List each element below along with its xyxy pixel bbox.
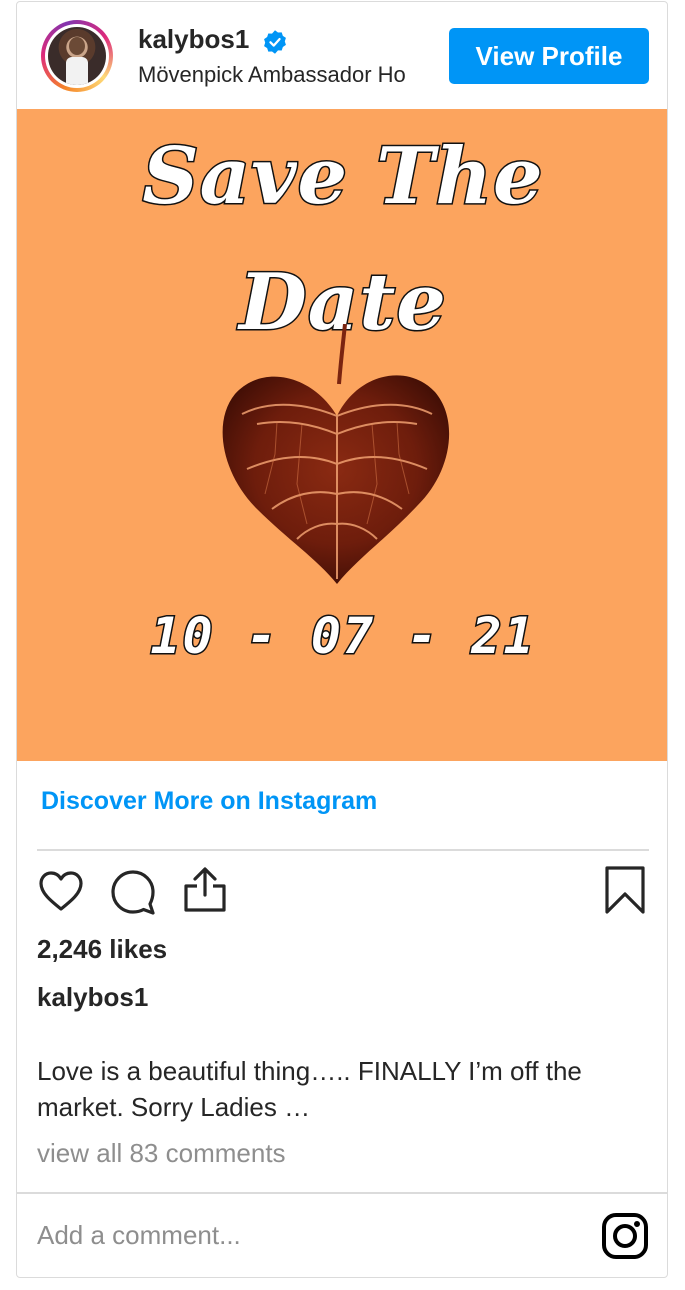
add-comment-input[interactable]: Add a comment... <box>37 1220 241 1251</box>
avatar-photo <box>48 27 106 85</box>
avatar[interactable] <box>41 20 113 92</box>
view-all-comments-link[interactable]: view all 83 comments <box>37 1138 286 1169</box>
post-header: kalybos1 Mövenpick Ambassador Ho View Pr… <box>17 2 667 109</box>
heart-icon[interactable] <box>37 868 85 916</box>
heart-leaf-illustration <box>222 324 450 584</box>
divider <box>37 849 649 851</box>
image-date: 10 - 07 - 21 <box>149 606 536 667</box>
bookmark-icon[interactable] <box>601 866 649 914</box>
divider <box>17 1192 667 1194</box>
caption-text: Love is a beautiful thing….. FINALLY I’m… <box>37 1056 582 1122</box>
instagram-logo-icon[interactable] <box>601 1212 649 1260</box>
post-image[interactable]: Save The Date 10 - 07 - 21 <box>17 109 667 761</box>
image-title-line1: Save The <box>141 130 544 224</box>
verified-badge-icon <box>264 30 286 54</box>
likes-count[interactable]: 2,246 likes <box>37 934 167 965</box>
username[interactable]: kalybos1 <box>138 24 249 55</box>
comment-icon[interactable] <box>109 868 157 916</box>
caption-username[interactable]: kalybos1 <box>37 982 148 1013</box>
location-label[interactable]: Mövenpick Ambassador Ho <box>138 62 438 88</box>
discover-more-link[interactable]: Discover More on Instagram <box>41 787 377 816</box>
view-profile-button[interactable]: View Profile <box>449 28 649 84</box>
instagram-embed-card: kalybos1 Mövenpick Ambassador Ho View Pr… <box>16 1 668 1278</box>
share-icon[interactable] <box>181 864 229 912</box>
